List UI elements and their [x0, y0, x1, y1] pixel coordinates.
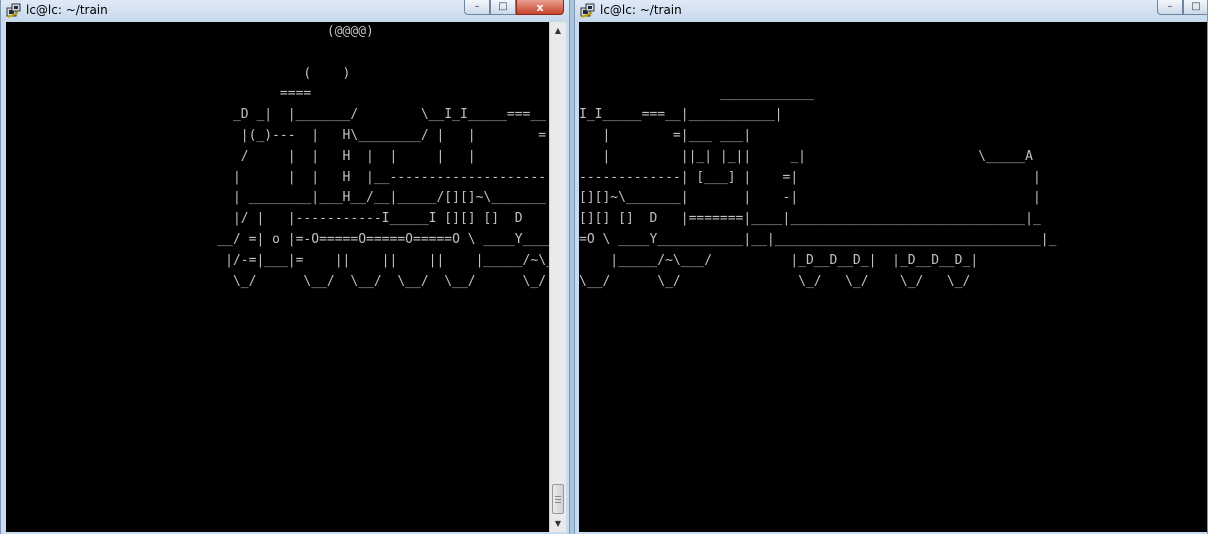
scrollbar-thumb[interactable] [552, 484, 564, 514]
ascii-train-output: (@@@@) ( ) ==== _D _| |_______/ \__I_I__… [217, 24, 549, 289]
ascii-train-output: ____________ I_I_____===__|___________| … [579, 86, 1057, 289]
terminal-output[interactable]: (@@@@) ( ) ==== _D _| |_______/ \__I_I__… [6, 22, 549, 532]
terminal-window-left[interactable]: lc@lc: ~/train – □ x (@@@@) ( ) ==== _D … [0, 0, 570, 534]
scroll-down-arrow-icon[interactable]: ▼ [550, 515, 566, 532]
window-title: lc@lc: ~/train [26, 3, 108, 17]
grip-line [555, 496, 561, 497]
maximize-button[interactable]: □ [490, 0, 516, 15]
vertical-scrollbar[interactable]: ▲ ▼ [549, 22, 566, 532]
grip-line [555, 499, 561, 500]
window-title: lc@lc: ~/train [600, 3, 682, 17]
putty-icon [580, 3, 596, 19]
terminal-window-right[interactable]: lc@lc: ~/train – □ ____________ I_I_____… [574, 0, 1208, 534]
terminal-output[interactable]: ____________ I_I_____===__|___________| … [579, 22, 1207, 532]
putty-icon [6, 3, 22, 19]
grip-line [555, 502, 561, 503]
minimize-button[interactable]: – [464, 0, 490, 15]
title-bar[interactable]: lc@lc: ~/train [575, 0, 1207, 22]
maximize-button[interactable]: □ [1183, 0, 1207, 15]
scroll-up-arrow-icon[interactable]: ▲ [550, 22, 566, 39]
minimize-button[interactable]: – [1157, 0, 1183, 15]
close-button[interactable]: x [516, 0, 564, 15]
